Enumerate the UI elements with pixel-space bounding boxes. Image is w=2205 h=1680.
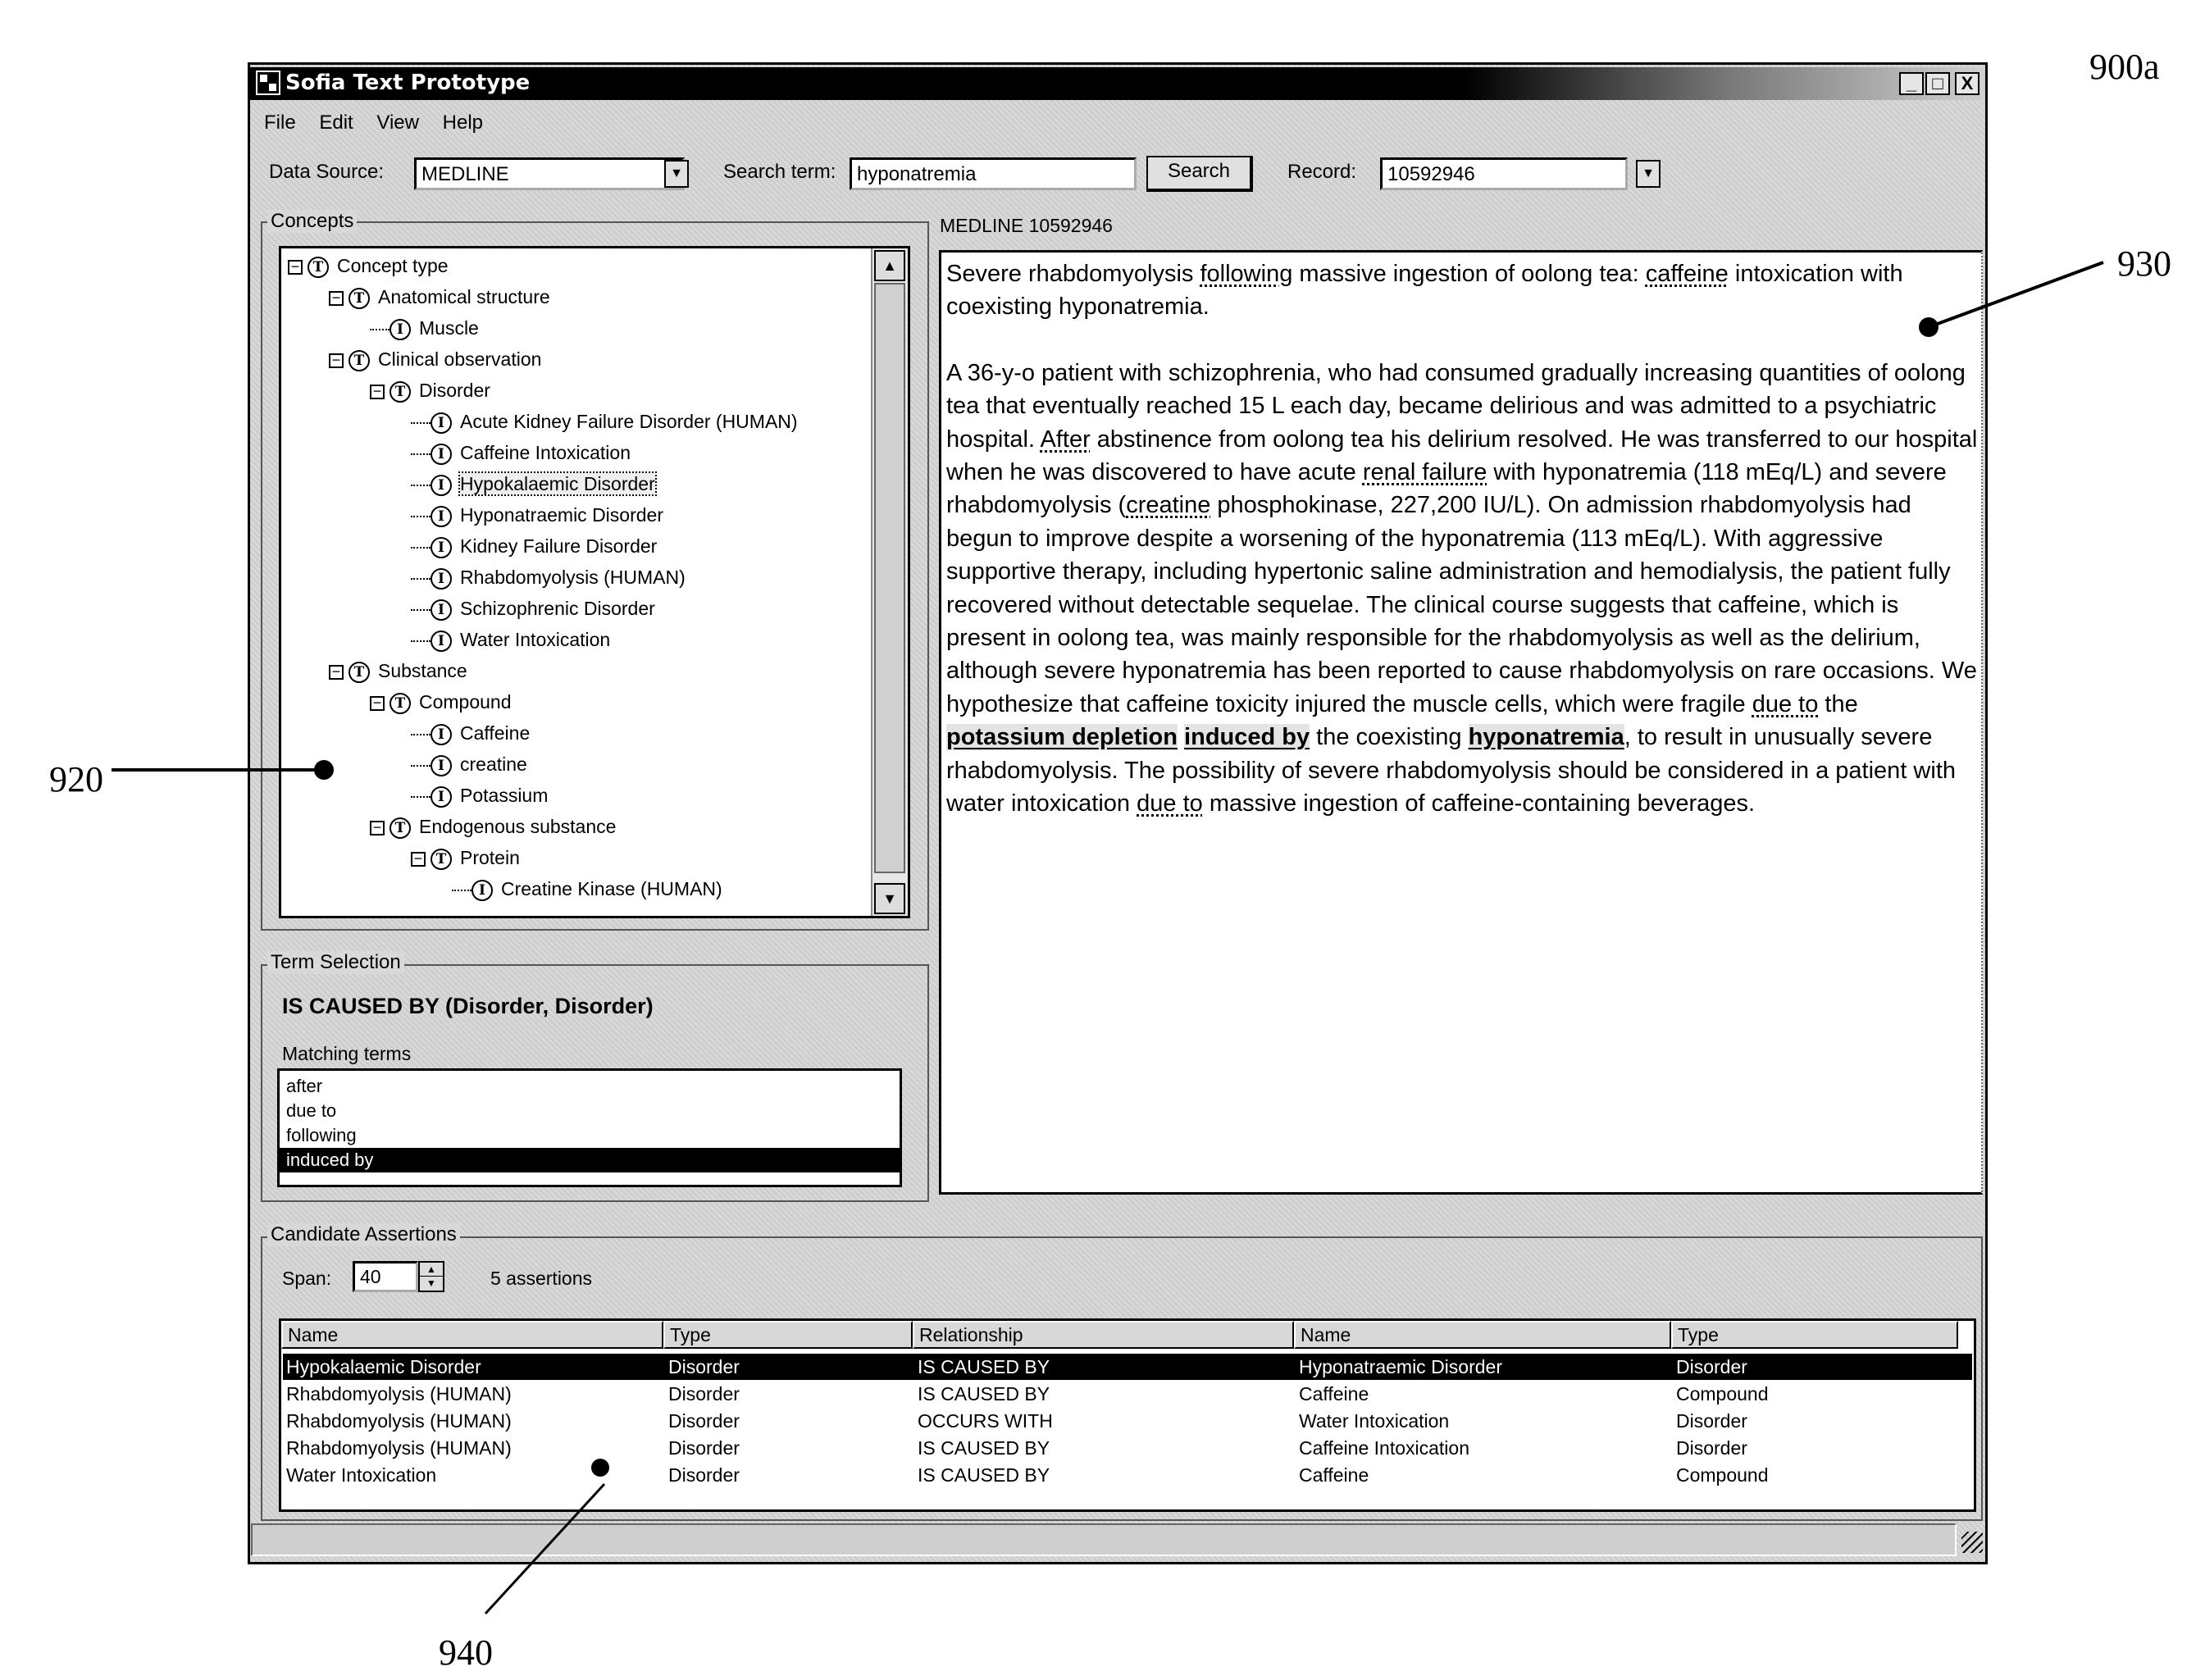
leader-dot-940 (591, 1459, 609, 1477)
leader-dot-920 (314, 760, 334, 780)
leader-line-940 (484, 1482, 606, 1615)
leader-line-930 (1934, 261, 2104, 326)
leader-lines (112, 261, 2104, 1615)
leader-dot-930 (1919, 317, 1938, 337)
